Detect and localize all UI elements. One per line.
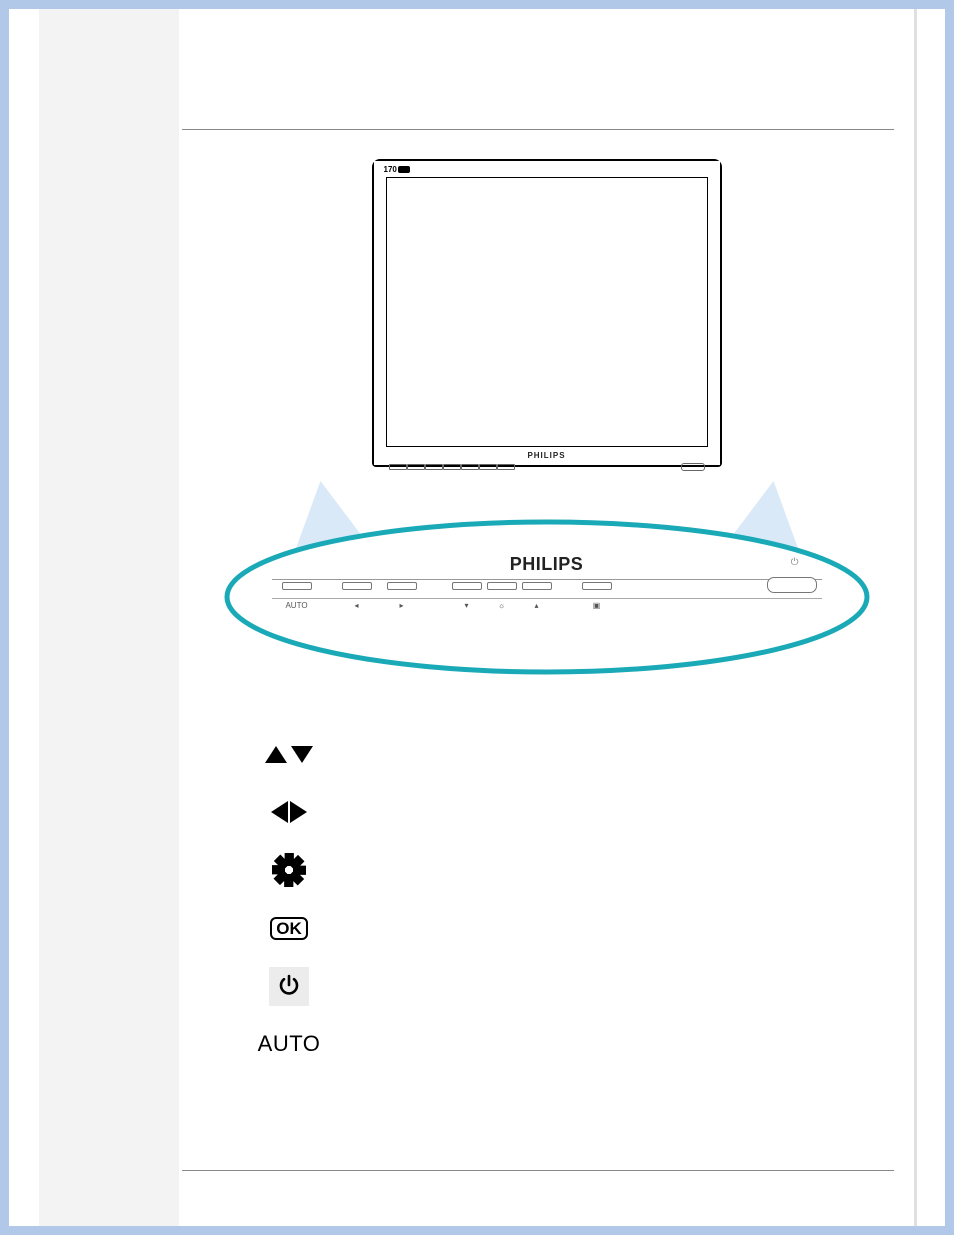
brightness-button[interactable] [487, 582, 517, 590]
brightness-icon [259, 841, 319, 899]
right-margin-rule [914, 9, 917, 1226]
right-button-label: ▸ [399, 601, 403, 610]
menu-button-label: ▣ [593, 601, 601, 610]
right-button[interactable] [387, 582, 417, 590]
auto-button[interactable] [282, 582, 312, 590]
left-right-arrows-icon [259, 783, 319, 841]
up-button[interactable] [522, 582, 552, 590]
brand-label-small: PHILIPS [374, 451, 720, 460]
ok-label: OK [270, 917, 308, 940]
up-button-label: ▴ [534, 601, 538, 610]
front-buttons-zoom [272, 579, 822, 599]
divider-bottom [182, 1170, 894, 1171]
auto-icon: AUTO [259, 1015, 319, 1073]
left-button[interactable] [342, 582, 372, 590]
monitor-screen [386, 177, 708, 447]
down-button-label: ▾ [464, 601, 468, 610]
content-area: 170 PHILIPS PHILIPS [179, 9, 914, 1226]
monitor-bezel: 170 PHILIPS [372, 159, 722, 467]
left-button-label: ◂ [354, 601, 358, 610]
model-badge: 170 [384, 165, 410, 174]
left-sidebar [39, 9, 179, 1226]
document-page: 170 PHILIPS PHILIPS [9, 9, 945, 1226]
ok-icon: OK [259, 899, 319, 957]
auto-button-label: AUTO [285, 601, 307, 610]
icon-legend-list: OK AUTO [259, 725, 319, 1073]
brightness-button-label: ☼ [498, 601, 505, 610]
ok-menu-button[interactable] [582, 582, 612, 590]
divider-top [182, 129, 894, 130]
monitor-diagram: 170 PHILIPS PHILIPS [297, 159, 797, 467]
power-icon [259, 957, 319, 1015]
model-number: 170 [384, 165, 397, 174]
front-buttons-small [389, 463, 705, 471]
auto-label: AUTO [258, 1031, 321, 1057]
up-down-arrows-icon [259, 725, 319, 783]
power-button[interactable] [767, 577, 817, 593]
down-button[interactable] [452, 582, 482, 590]
power-indicator-icon: ⏻ [791, 557, 799, 568]
zoom-panel: PHILIPS ⏻ AUTO ◂ ▸ ▾ ☼ ▴ ▣ [217, 479, 877, 669]
brand-label-panel: PHILIPS [217, 554, 877, 575]
